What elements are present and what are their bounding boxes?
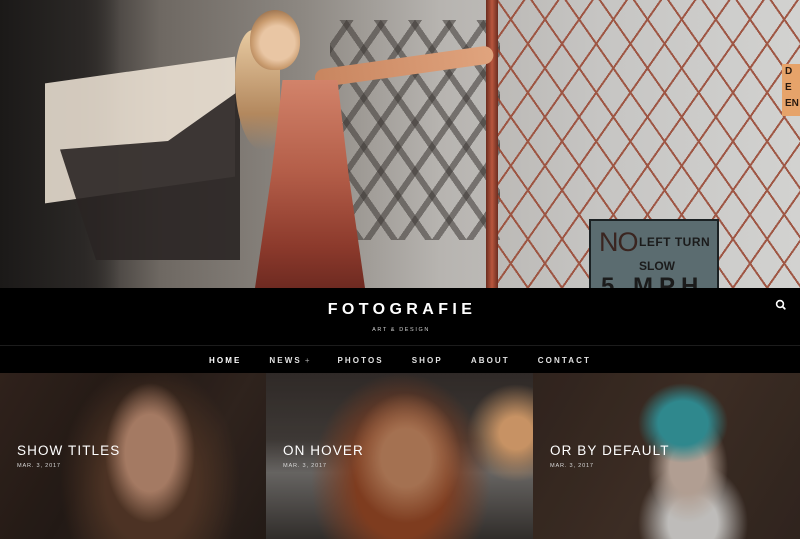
site-tagline: ART & DESIGN bbox=[372, 327, 430, 333]
post-title[interactable]: OR BY DEFAULT bbox=[550, 443, 670, 458]
post-title[interactable]: ON HOVER bbox=[283, 443, 364, 458]
post-title[interactable]: SHOW TITLES bbox=[17, 443, 120, 458]
post-card[interactable]: ON HOVER MAR. 3, 2017 bbox=[266, 373, 533, 539]
nav-item-contact[interactable]: CONTACT bbox=[524, 356, 605, 365]
sign-slow-text: SLOW bbox=[639, 259, 675, 273]
post-date: MAR. 3, 2017 bbox=[283, 463, 327, 469]
post-date: MAR. 3, 2017 bbox=[17, 463, 61, 469]
hero-corner-sign: D E EN bbox=[782, 64, 800, 116]
nav-item-news-label: NEWS bbox=[269, 355, 302, 365]
hero-model bbox=[225, 10, 495, 288]
nav-item-news[interactable]: NEWS + bbox=[255, 356, 323, 365]
hero-image: NO LEFT TURN SLOW 5 MPH D E EN bbox=[0, 0, 800, 288]
sign-left-turn-text: LEFT TURN bbox=[639, 235, 711, 249]
main-nav: HOME NEWS + PHOTOS SHOP ABOUT CONTACT bbox=[0, 347, 800, 373]
hero-model-head bbox=[250, 10, 300, 70]
hero-pole bbox=[486, 0, 498, 288]
nav-item-photos[interactable]: PHOTOS bbox=[323, 356, 397, 365]
nav-item-shop[interactable]: SHOP bbox=[398, 356, 457, 365]
sign-mph-text: 5 MPH bbox=[601, 273, 705, 288]
nav-item-about[interactable]: ABOUT bbox=[457, 356, 524, 365]
hero-street-sign: NO LEFT TURN SLOW 5 MPH bbox=[589, 219, 719, 288]
search-button[interactable] bbox=[774, 298, 788, 312]
nav-item-home[interactable]: HOME bbox=[195, 356, 255, 365]
site-header: FOTOGRAFIE ART & DESIGN bbox=[0, 288, 800, 346]
site-title[interactable]: FOTOGRAFIE bbox=[0, 301, 800, 319]
corner-sign-text: D E EN bbox=[785, 66, 799, 109]
posts-grid: SHOW TITLES MAR. 3, 2017 ON HOVER MAR. 3… bbox=[0, 373, 800, 539]
submenu-plus-icon: + bbox=[304, 355, 310, 365]
post-card[interactable]: SHOW TITLES MAR. 3, 2017 bbox=[0, 373, 266, 539]
search-icon bbox=[775, 299, 786, 310]
post-date: MAR. 3, 2017 bbox=[550, 463, 594, 469]
sign-no-text: NO bbox=[599, 227, 638, 257]
post-card[interactable]: OR BY DEFAULT MAR. 3, 2017 bbox=[533, 373, 800, 539]
